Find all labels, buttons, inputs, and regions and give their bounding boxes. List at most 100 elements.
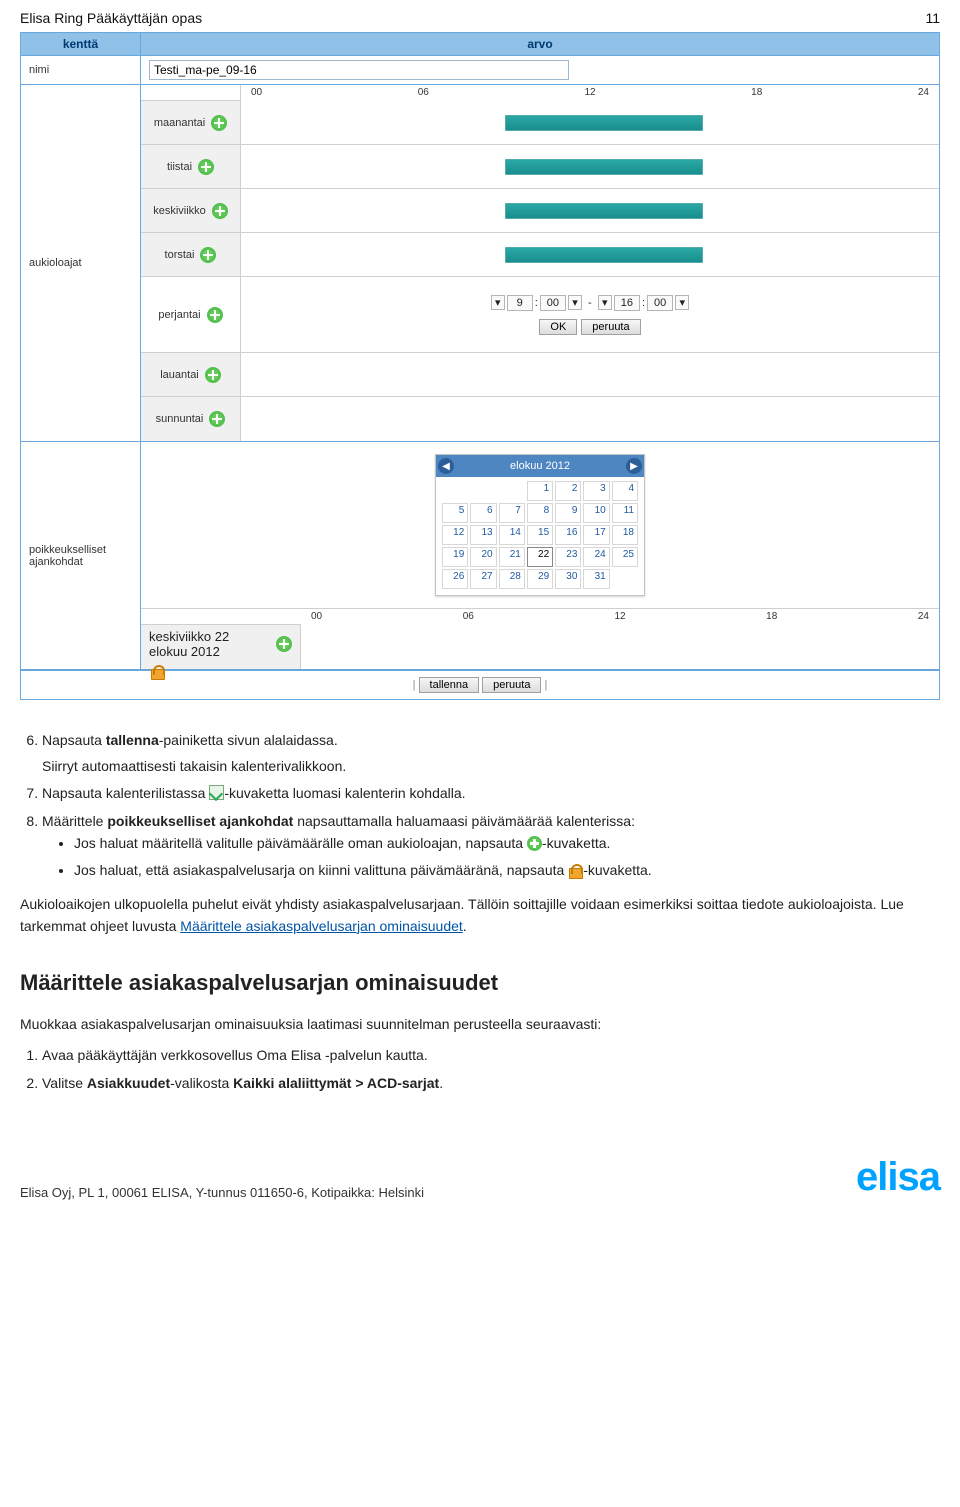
- link-asiakaspalvelusarjan-ominaisuudet[interactable]: Määrittele asiakaspalvelusarjan ominaisu…: [180, 918, 463, 934]
- calendar-title: elokuu 2012: [510, 460, 570, 472]
- calendar-day[interactable]: 12: [442, 525, 468, 545]
- row-label-aukioloajat: aukioloajat: [21, 85, 141, 441]
- month-calendar: ◀ elokuu 2012 ▶ 123456789101112131415161…: [435, 454, 645, 596]
- paragraph: Aukioloaikojen ulkopuolella puhelut eivä…: [20, 894, 940, 937]
- min1-dropdown[interactable]: ▾: [568, 295, 582, 310]
- calendar-day[interactable]: 6: [470, 503, 496, 523]
- calendar-day[interactable]: 25: [612, 547, 638, 567]
- calendar-day[interactable]: 23: [555, 547, 581, 567]
- step-7: Napsauta kalenterilistassa -kuvaketta lu…: [42, 783, 940, 805]
- elisa-logo: elisa: [856, 1155, 940, 1200]
- add-icon[interactable]: [205, 367, 221, 383]
- day-tue[interactable]: tiistai: [141, 145, 240, 189]
- calendar-day[interactable]: 9: [555, 503, 581, 523]
- calendar-day[interactable]: 16: [555, 525, 581, 545]
- ok-button[interactable]: OK: [539, 319, 577, 335]
- calendar-day[interactable]: 21: [499, 547, 525, 567]
- edit-icon: [209, 785, 224, 800]
- time-bar[interactable]: [505, 247, 703, 263]
- lock-icon: [568, 863, 583, 878]
- calendar-day[interactable]: 11: [612, 503, 638, 523]
- calendar-day[interactable]: 18: [612, 525, 638, 545]
- hour1[interactable]: 9: [507, 295, 533, 311]
- add-icon[interactable]: [209, 411, 225, 427]
- hour1-dropdown[interactable]: ▾: [491, 295, 505, 310]
- add-icon[interactable]: [200, 247, 216, 263]
- day-sun[interactable]: sunnuntai: [141, 397, 240, 441]
- row-label-nimi: nimi: [21, 56, 141, 84]
- name-input[interactable]: [149, 60, 569, 80]
- calendar-day[interactable]: 14: [499, 525, 525, 545]
- time-ticks: 00 06 12 18 24: [241, 85, 939, 101]
- calendar-day[interactable]: 17: [583, 525, 609, 545]
- time-bar[interactable]: [505, 115, 703, 131]
- next-month-button[interactable]: ▶: [626, 458, 642, 474]
- day-mon[interactable]: maanantai: [141, 101, 240, 145]
- schedule-editor: kenttä arvo nimi aukioloajat maanantai t…: [20, 32, 940, 700]
- day-thu[interactable]: torstai: [141, 233, 240, 277]
- calendar-day[interactable]: 7: [499, 503, 525, 523]
- doc-page-number: 11: [925, 10, 940, 26]
- cancel-button[interactable]: peruuta: [482, 677, 541, 693]
- save-button[interactable]: tallenna: [419, 677, 480, 693]
- calendar-day[interactable]: 29: [527, 569, 553, 589]
- calendar-day[interactable]: 4: [612, 481, 638, 501]
- step-6: Napsauta tallenna-painiketta sivun alala…: [42, 730, 940, 777]
- footer-text: Elisa Oyj, PL 1, 00061 ELISA, Y-tunnus 0…: [20, 1185, 424, 1200]
- calendar-day[interactable]: 28: [499, 569, 525, 589]
- calendar-day[interactable]: 3: [583, 481, 609, 501]
- bullet-1: Jos haluat määritellä valitulle päivämää…: [74, 833, 940, 855]
- calendar-day[interactable]: 27: [470, 569, 496, 589]
- calendar-day[interactable]: 2: [555, 481, 581, 501]
- step-8: Määrittele poikkeukselliset ajankohdat n…: [42, 811, 940, 882]
- day-fri[interactable]: perjantai: [141, 277, 240, 353]
- table-header: kenttä arvo: [21, 33, 939, 56]
- document-body: Napsauta tallenna-painiketta sivun alala…: [20, 730, 940, 1095]
- min2[interactable]: 00: [647, 295, 673, 311]
- min1[interactable]: 00: [540, 295, 566, 311]
- bullet-2: Jos haluat, että asiakaspalvelusarja on …: [74, 860, 940, 882]
- exception-date-label: keskiviikko 22 elokuu 2012: [149, 629, 270, 659]
- calendar-day[interactable]: 15: [527, 525, 553, 545]
- add-icon[interactable]: [198, 159, 214, 175]
- calendar-day[interactable]: 10: [583, 503, 609, 523]
- add-icon[interactable]: [211, 115, 227, 131]
- calendar-day[interactable]: 13: [470, 525, 496, 545]
- calendar-day[interactable]: 20: [470, 547, 496, 567]
- time-bar[interactable]: [505, 159, 703, 175]
- day-wed[interactable]: keskiviikko: [141, 189, 240, 233]
- hour2-dropdown[interactable]: ▾: [598, 295, 612, 310]
- time-bar[interactable]: [505, 203, 703, 219]
- th-arvo: arvo: [141, 33, 939, 55]
- hour2[interactable]: 16: [614, 295, 640, 311]
- th-kentta: kenttä: [21, 33, 141, 55]
- step-2: Valitse Asiakkuudet-valikosta Kaikki ala…: [42, 1073, 940, 1095]
- min2-dropdown[interactable]: ▾: [675, 295, 689, 310]
- lock-icon[interactable]: [149, 663, 165, 665]
- exception-row[interactable]: keskiviikko 22 elokuu 2012: [141, 625, 301, 669]
- calendar-day[interactable]: 22: [527, 547, 553, 567]
- add-icon[interactable]: [212, 203, 228, 219]
- add-icon: [527, 836, 542, 851]
- step-1: Avaa pääkäyttäjän verkkosovellus Oma Eli…: [42, 1045, 940, 1067]
- section-heading: Määrittele asiakaspalvelusarjan ominaisu…: [20, 966, 940, 1000]
- calendar-day[interactable]: 8: [527, 503, 553, 523]
- calendar-day[interactable]: 1: [527, 481, 553, 501]
- calendar-day[interactable]: 5: [442, 503, 468, 523]
- day-sat[interactable]: lauantai: [141, 353, 240, 397]
- row-label-poikkeukset: poikkeukselliset ajankohdat: [21, 442, 141, 669]
- doc-header-title: Elisa Ring Pääkäyttäjän opas: [20, 10, 202, 26]
- calendar-day[interactable]: 26: [442, 569, 468, 589]
- calendar-day[interactable]: 24: [583, 547, 609, 567]
- calendar-day[interactable]: 31: [583, 569, 609, 589]
- time-editor: ▾ 9 : 00 ▾ - ▾ 16 : 00 ▾: [241, 277, 939, 353]
- calendar-day[interactable]: 19: [442, 547, 468, 567]
- time-ticks: 00 06 12 18 24: [301, 609, 939, 625]
- prev-month-button[interactable]: ◀: [438, 458, 454, 474]
- cancel-button[interactable]: peruuta: [581, 319, 640, 335]
- calendar-day[interactable]: 30: [555, 569, 581, 589]
- add-icon[interactable]: [207, 307, 223, 323]
- add-icon[interactable]: [276, 636, 292, 652]
- step-6-sub: Siirryt automaattisesti takaisin kalente…: [42, 756, 940, 778]
- section-intro: Muokkaa asiakaspalvelusarjan ominaisuuks…: [20, 1014, 940, 1036]
